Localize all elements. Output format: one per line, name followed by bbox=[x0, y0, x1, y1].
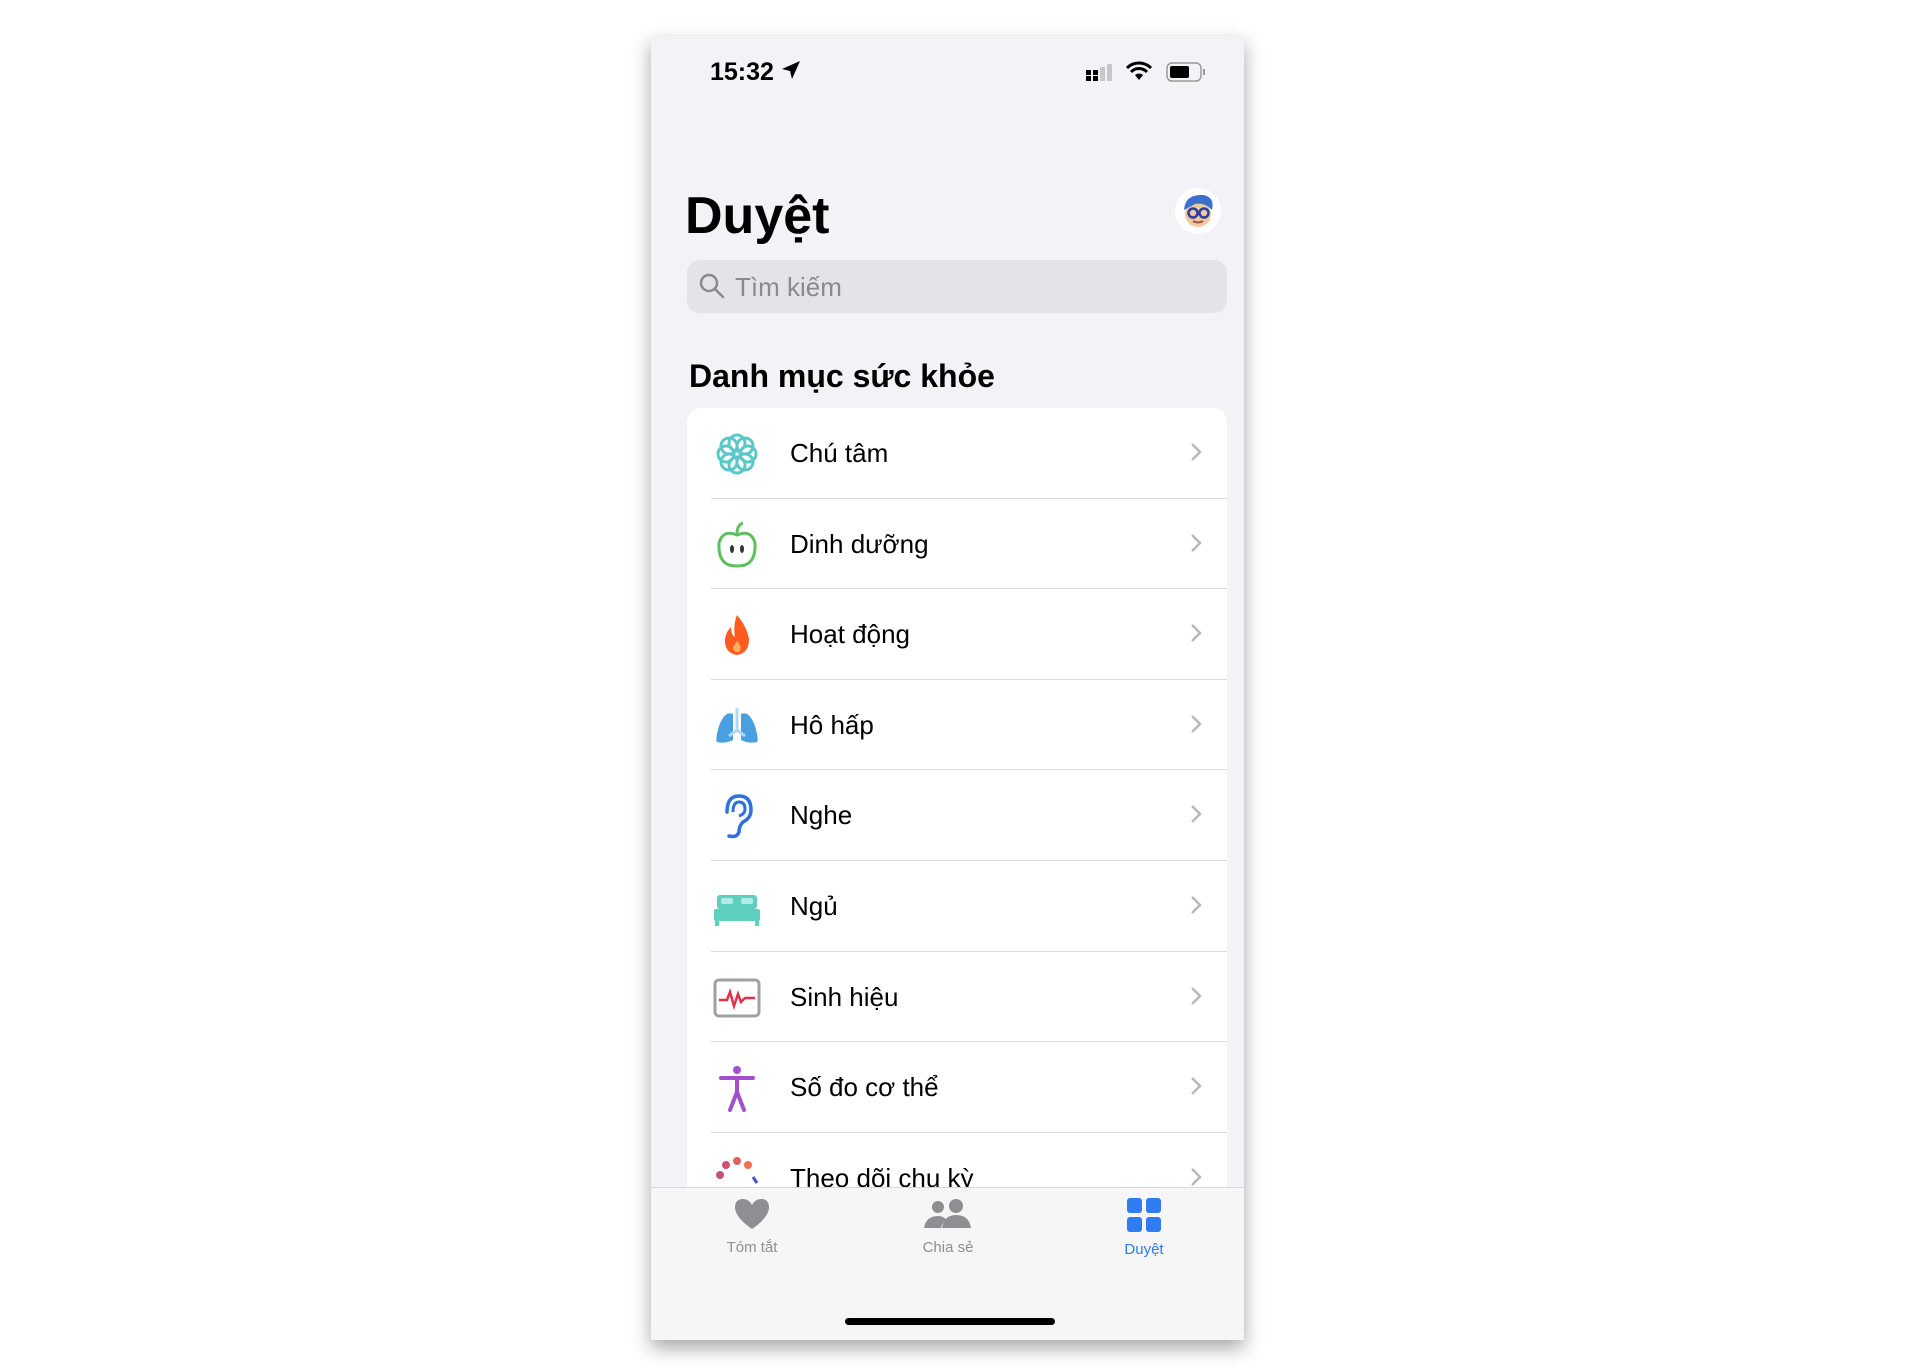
tab-browse[interactable]: Duyệt bbox=[1064, 1198, 1224, 1258]
status-bar: 15:32 bbox=[651, 56, 1244, 88]
bed-icon bbox=[714, 894, 760, 926]
category-label: Hô hấp bbox=[790, 709, 874, 740]
category-list: Chú tâm Dinh dưỡng Hoạt động Hô hấp Nghe bbox=[687, 408, 1227, 1308]
category-label: Chú tâm bbox=[790, 438, 889, 468]
heart-icon bbox=[735, 1199, 769, 1229]
cellular-signal-icon bbox=[1086, 64, 1112, 81]
category-row-mindfulness[interactable]: Chú tâm bbox=[687, 408, 1227, 499]
category-row-body-measurements[interactable]: Số đo cơ thể bbox=[687, 1042, 1227, 1133]
chevron-right-icon bbox=[1191, 986, 1202, 1005]
category-row-hearing[interactable]: Nghe bbox=[687, 770, 1227, 861]
ear-icon bbox=[725, 794, 753, 839]
status-time: 15:32 bbox=[710, 58, 774, 86]
grid-icon bbox=[1127, 1198, 1161, 1232]
search-field[interactable] bbox=[687, 260, 1227, 315]
tab-summary[interactable]: Tóm tắt bbox=[672, 1198, 832, 1256]
category-label: Dinh dưỡng bbox=[790, 528, 929, 559]
tab-label: Tóm tắt bbox=[726, 1239, 778, 1256]
tab-sharing[interactable]: Chia sẻ bbox=[868, 1198, 1028, 1256]
home-indicator[interactable] bbox=[845, 1318, 1055, 1325]
category-label: Nghe bbox=[790, 800, 853, 831]
category-row-nutrition[interactable]: Dinh dưỡng bbox=[687, 499, 1227, 590]
flame-icon bbox=[725, 615, 749, 656]
category-label: Hoạt động bbox=[790, 619, 910, 650]
chevron-right-icon bbox=[1191, 443, 1202, 461]
search-icon bbox=[699, 273, 725, 299]
category-row-respiratory[interactable]: Hô hấp bbox=[687, 680, 1227, 771]
category-label: Số đo cơ thể bbox=[790, 1072, 939, 1103]
people-icon bbox=[924, 1199, 971, 1228]
tab-label: Chia sẻ bbox=[922, 1239, 974, 1256]
category-label: Sinh hiệu bbox=[790, 981, 899, 1012]
chevron-right-icon bbox=[1191, 1167, 1202, 1186]
page-title: Duyệt bbox=[685, 187, 830, 245]
vitals-icon bbox=[713, 978, 761, 1018]
wifi-icon bbox=[1126, 61, 1152, 80]
section-title: Danh mục sức khỏe bbox=[689, 358, 995, 394]
chevron-right-icon bbox=[1191, 1077, 1202, 1096]
lungs-icon bbox=[716, 707, 758, 743]
search-input[interactable] bbox=[733, 260, 1217, 315]
apple-icon bbox=[717, 521, 757, 568]
phone-screen: 15:32 Duyệt Danh mục sức khỏe Chú tâm Di… bbox=[651, 36, 1244, 1340]
category-row-vitals[interactable]: Sinh hiệu bbox=[687, 952, 1227, 1043]
chevron-right-icon bbox=[1191, 805, 1202, 824]
tab-label: Duyệt bbox=[1124, 1241, 1164, 1258]
memoji-avatar-icon[interactable] bbox=[1175, 188, 1221, 234]
category-row-sleep[interactable]: Ngủ bbox=[687, 861, 1227, 952]
mindfulness-icon bbox=[716, 433, 758, 475]
battery-icon bbox=[1166, 62, 1205, 82]
category-row-activity[interactable]: Hoạt động bbox=[687, 589, 1227, 680]
body-figure-icon bbox=[719, 1066, 755, 1113]
chevron-right-icon bbox=[1191, 533, 1202, 552]
category-label: Ngủ bbox=[790, 890, 838, 921]
chevron-right-icon bbox=[1191, 714, 1202, 733]
chevron-right-icon bbox=[1191, 896, 1202, 914]
location-arrow-icon bbox=[782, 61, 800, 79]
chevron-right-icon bbox=[1191, 624, 1202, 643]
